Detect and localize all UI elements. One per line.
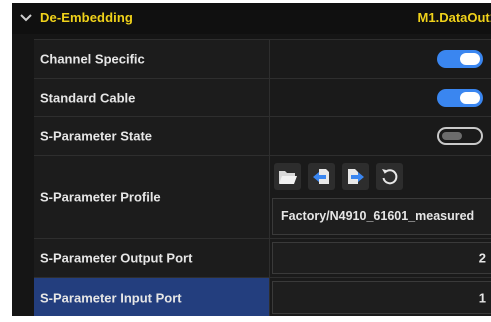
- open-folder-icon: [279, 171, 297, 184]
- reset-button[interactable]: [376, 163, 403, 190]
- reset-icon: [382, 169, 398, 185]
- standard-cable-label: Standard Cable: [40, 90, 136, 105]
- row-sparam-profile: S-Parameter Profile Factory/N4910_61601_…: [34, 155, 491, 238]
- sparam-state-label: S-Parameter State: [40, 128, 152, 144]
- sparam-output-port-field[interactable]: 2: [272, 242, 491, 274]
- row-sparam-input-port[interactable]: S-Parameter Input Port 1: [34, 277, 491, 316]
- standard-cable-toggle[interactable]: [437, 88, 483, 107]
- export-icon: [348, 169, 364, 184]
- sparam-output-port-value: 2: [478, 250, 486, 266]
- toggle-knob: [460, 91, 480, 104]
- sparam-input-port-field[interactable]: 1: [272, 281, 491, 314]
- row-label-cell: S-Parameter State: [34, 117, 270, 155]
- section-target: M1.DataOut1: [417, 10, 491, 25]
- row-label-cell: Channel Specific: [34, 40, 270, 78]
- section-header[interactable]: De-Embedding M1.DataOut1: [12, 3, 491, 34]
- open-folder-button[interactable]: [274, 163, 301, 190]
- row-sparam-state: S-Parameter State: [34, 116, 491, 155]
- row-value-cell: 2: [270, 239, 491, 277]
- row-value-cell: [270, 40, 491, 78]
- sparam-state-toggle[interactable]: [437, 127, 483, 145]
- sparam-profile-field[interactable]: Factory/N4910_61601_measured: [272, 198, 491, 235]
- sparam-input-port-value: 1: [478, 290, 486, 305]
- row-label-cell: S-Parameter Input Port: [34, 278, 270, 316]
- row-channel-specific: Channel Specific: [34, 39, 491, 78]
- import-button[interactable]: [308, 163, 335, 190]
- row-label-cell: S-Parameter Profile: [34, 156, 270, 238]
- de-embedding-panel: De-Embedding M1.DataOut1 Channel Specifi…: [12, 3, 491, 316]
- channel-specific-label: Channel Specific: [40, 51, 145, 67]
- row-label-cell: S-Parameter Output Port: [34, 239, 270, 277]
- row-sparam-output-port: S-Parameter Output Port 2: [34, 238, 491, 277]
- row-label-cell: Standard Cable: [34, 79, 270, 116]
- channel-specific-toggle[interactable]: [437, 50, 483, 68]
- sparam-profile-value: Factory/N4910_61601_measured: [281, 209, 475, 223]
- chevron-down-icon[interactable]: [19, 12, 33, 24]
- row-value-cell: [270, 79, 491, 116]
- row-value-cell: [270, 117, 491, 155]
- toggle-knob: [442, 132, 462, 140]
- section-title: De-Embedding: [40, 10, 133, 25]
- sparam-output-port-label: S-Parameter Output Port: [40, 250, 193, 266]
- row-value-cell: Factory/N4910_61601_measured: [270, 156, 491, 238]
- row-standard-cable: Standard Cable: [34, 78, 491, 116]
- sparam-profile-label: S-Parameter Profile: [40, 189, 161, 205]
- import-icon: [313, 169, 329, 184]
- toggle-knob: [460, 53, 480, 65]
- sparam-input-port-label: S-Parameter Input Port: [40, 290, 182, 305]
- row-value-cell: 1: [270, 278, 491, 316]
- export-button[interactable]: [342, 163, 369, 190]
